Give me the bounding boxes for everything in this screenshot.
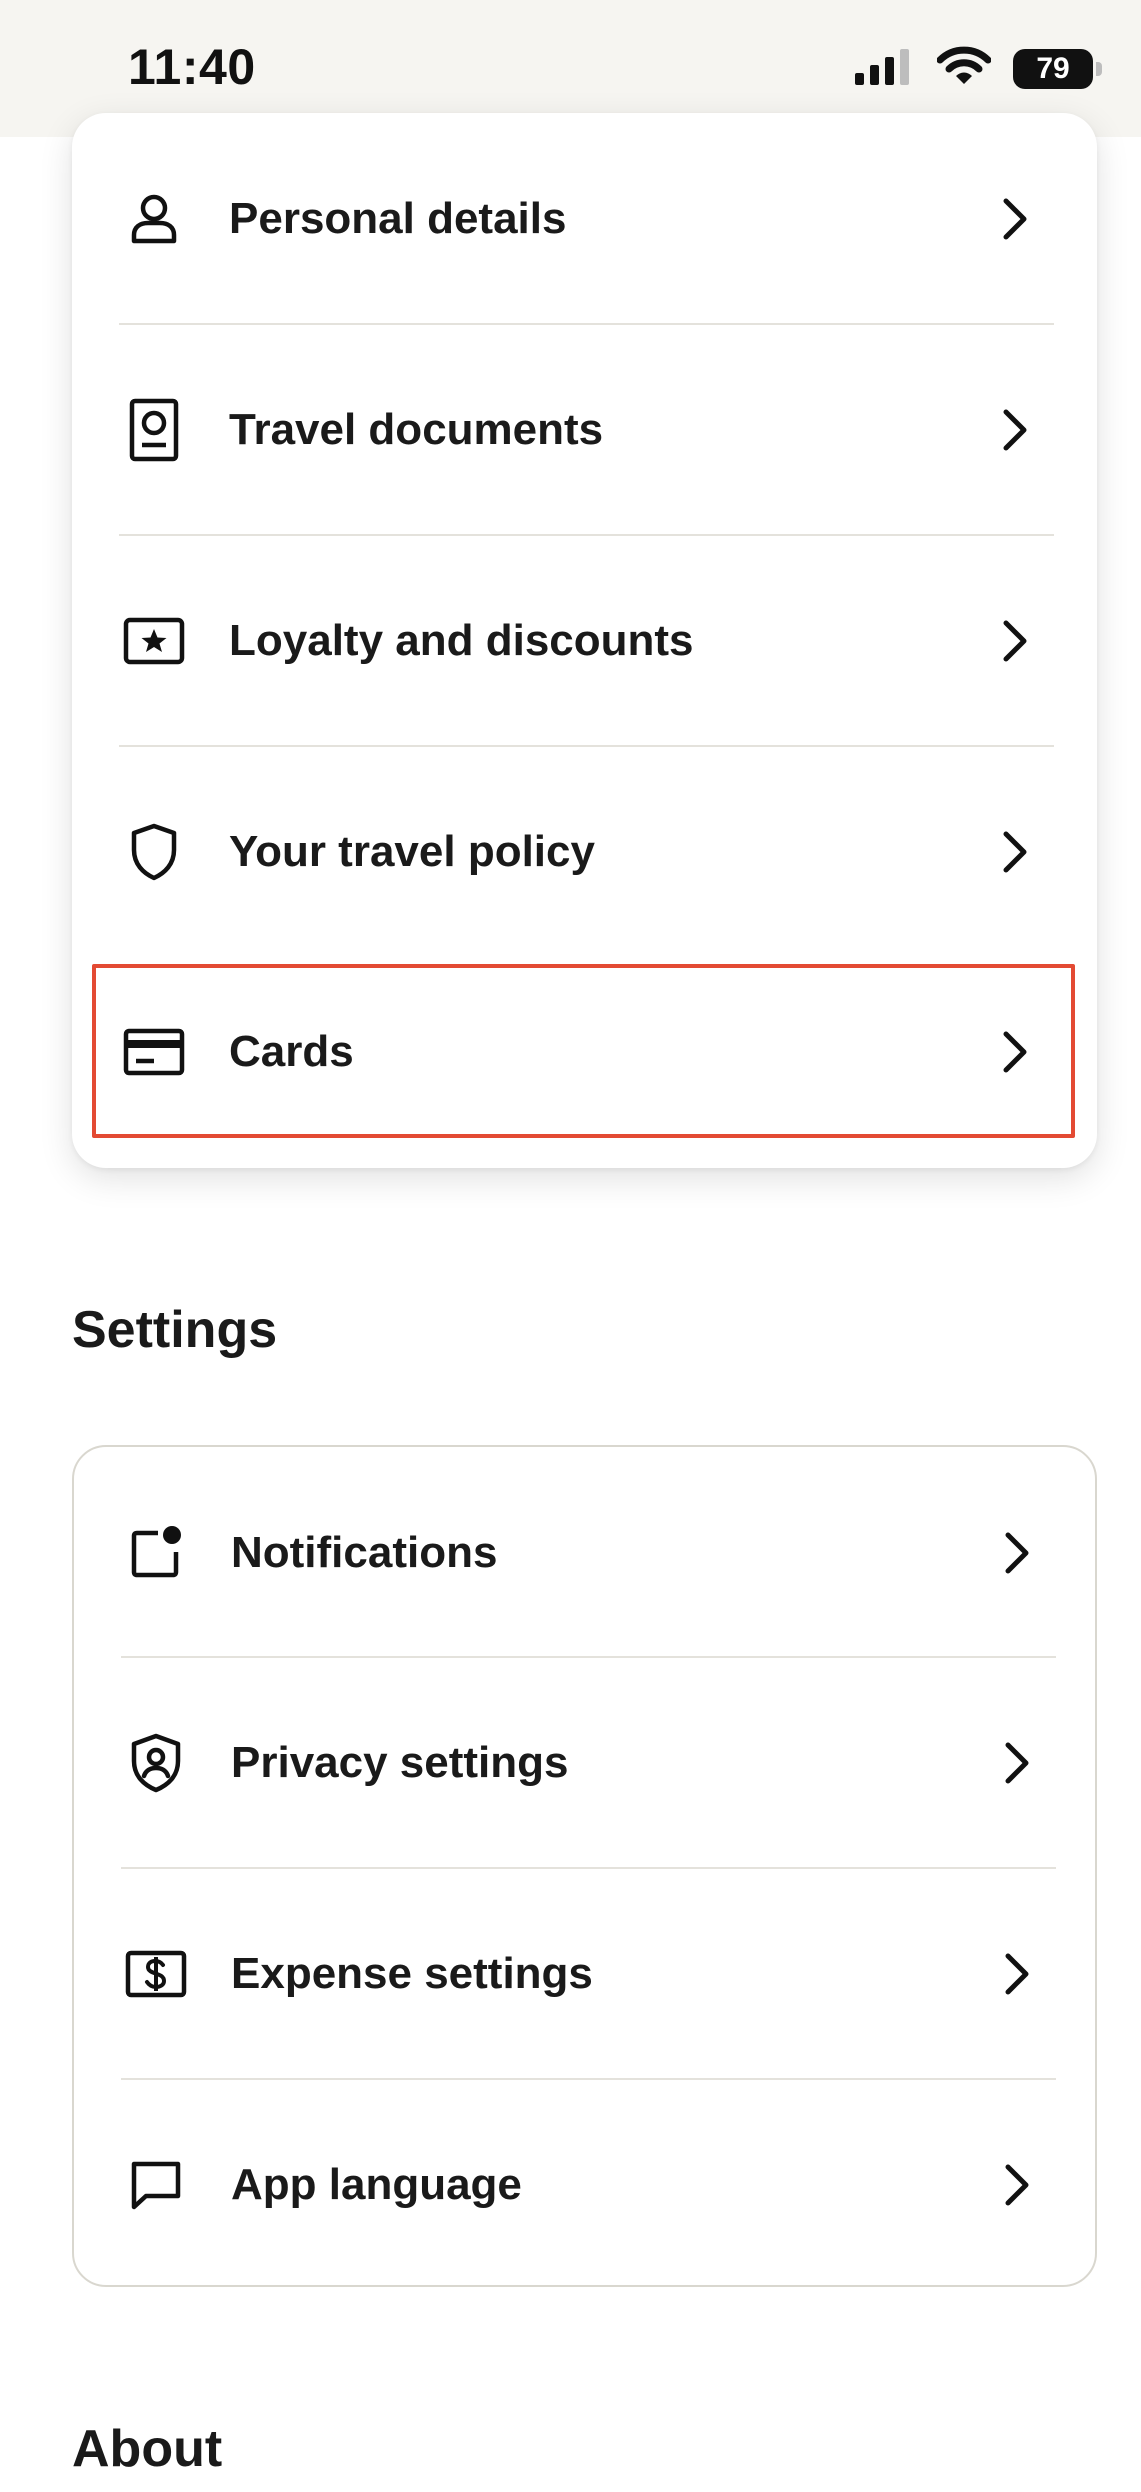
- signal-icon: [855, 47, 915, 90]
- personal-details-row[interactable]: Personal details: [72, 113, 1097, 324]
- expense-settings-label: Expense settings: [231, 1948, 593, 1998]
- expense-settings-row[interactable]: Expense settings: [74, 1868, 1099, 2079]
- personal-details-label: Personal details: [229, 193, 567, 243]
- privacy-settings-label: Privacy settings: [231, 1737, 569, 1787]
- person-icon: [122, 187, 186, 251]
- chevron-right-icon: [997, 1953, 1037, 1994]
- chevron-right-icon: [995, 198, 1035, 239]
- chevron-right-icon: [995, 409, 1035, 450]
- chevron-right-icon: [995, 620, 1035, 661]
- app-language-label: App language: [231, 2159, 522, 2209]
- battery-icon: 79: [1013, 48, 1102, 89]
- chevron-right-icon: [997, 1532, 1037, 1573]
- battery-level: 79: [1036, 51, 1070, 85]
- travel-documents-row[interactable]: Travel documents: [72, 324, 1097, 535]
- credit-card-icon: [122, 1020, 186, 1084]
- status-time: 11:40: [128, 39, 256, 95]
- travel-documents-label: Travel documents: [229, 404, 604, 454]
- account-card: Personal details Travel documents Loyalt…: [72, 113, 1097, 1168]
- chevron-right-icon: [997, 2164, 1037, 2205]
- loyalty-discounts-label: Loyalty and discounts: [229, 615, 694, 665]
- profile-screen: 11:40 79 Personal details Travel documen…: [0, 0, 1141, 2492]
- status-icons: 79: [855, 46, 1102, 91]
- chevron-right-icon: [995, 1031, 1035, 1072]
- dollar-icon: [124, 1942, 188, 2006]
- privacy-shield-icon: [124, 1731, 188, 1795]
- privacy-settings-row[interactable]: Privacy settings: [74, 1657, 1099, 1868]
- settings-title: Settings: [72, 1301, 278, 1359]
- star-ticket-icon: [122, 609, 186, 673]
- loyalty-discounts-row[interactable]: Loyalty and discounts: [72, 535, 1097, 746]
- shield-icon: [122, 820, 186, 884]
- chat-bubble-icon: [124, 2153, 188, 2217]
- notifications-label: Notifications: [231, 1527, 498, 1577]
- travel-policy-row[interactable]: Your travel policy: [72, 746, 1097, 957]
- app-language-row[interactable]: App language: [74, 2079, 1099, 2290]
- wifi-icon: [936, 46, 992, 91]
- passport-icon: [122, 398, 186, 462]
- battery-cap: [1096, 61, 1102, 76]
- cards-row[interactable]: Cards: [72, 946, 1097, 1157]
- travel-policy-label: Your travel policy: [229, 826, 595, 876]
- notification-icon: [124, 1521, 188, 1585]
- chevron-right-icon: [995, 831, 1035, 872]
- about-title: About: [72, 2420, 223, 2478]
- chevron-right-icon: [997, 1742, 1037, 1783]
- notifications-row[interactable]: Notifications: [74, 1447, 1099, 1658]
- settings-card: Notifications Privacy settings Expense s…: [72, 1445, 1097, 2287]
- cards-label: Cards: [229, 1026, 354, 1076]
